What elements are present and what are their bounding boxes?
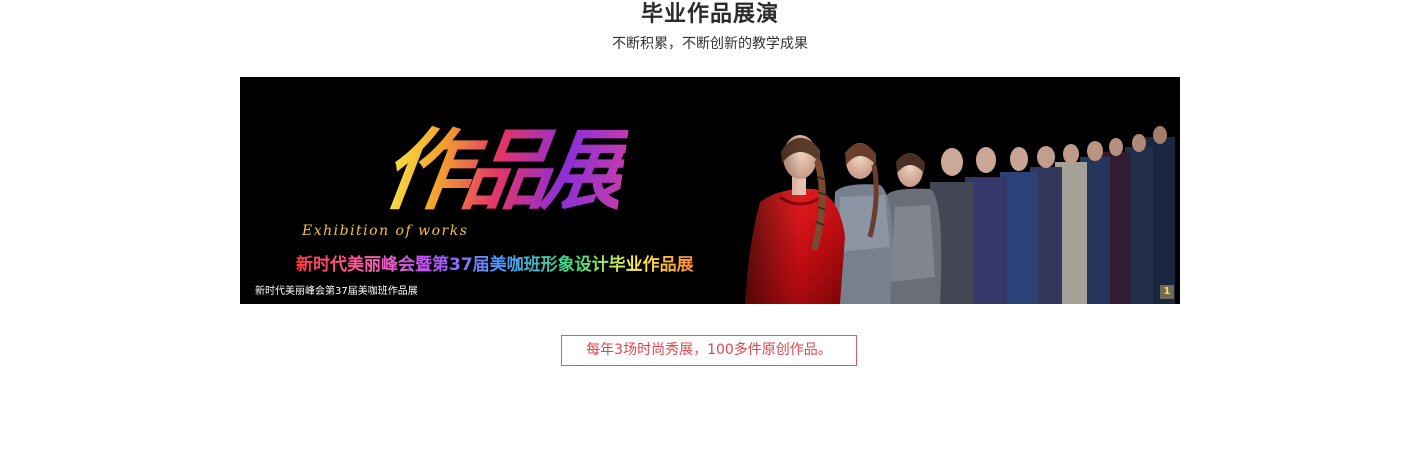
artwork-title: 作品展 xyxy=(375,118,631,222)
highlight-box: 每年3场时尚秀展，100多件原创作品。 xyxy=(561,335,857,366)
section-title: 毕业作品展演 xyxy=(640,2,779,27)
slide-caption: 新时代美丽峰会第37届美咖班作品展 xyxy=(255,286,418,297)
slide-indicator[interactable]: 1 xyxy=(1160,285,1174,299)
event-title: 新时代美丽峰会暨第37届美咖班形象设计毕业作品展 xyxy=(296,255,694,275)
section-subtitle: 不断积累，不断创新的教学成果 xyxy=(612,36,808,52)
artwork-title-english: Exhibition of works xyxy=(302,223,469,239)
showcase-banner[interactable]: 作品展 Exhibition of works 新时代美丽峰会暨第37届美咖班形… xyxy=(240,77,1180,304)
